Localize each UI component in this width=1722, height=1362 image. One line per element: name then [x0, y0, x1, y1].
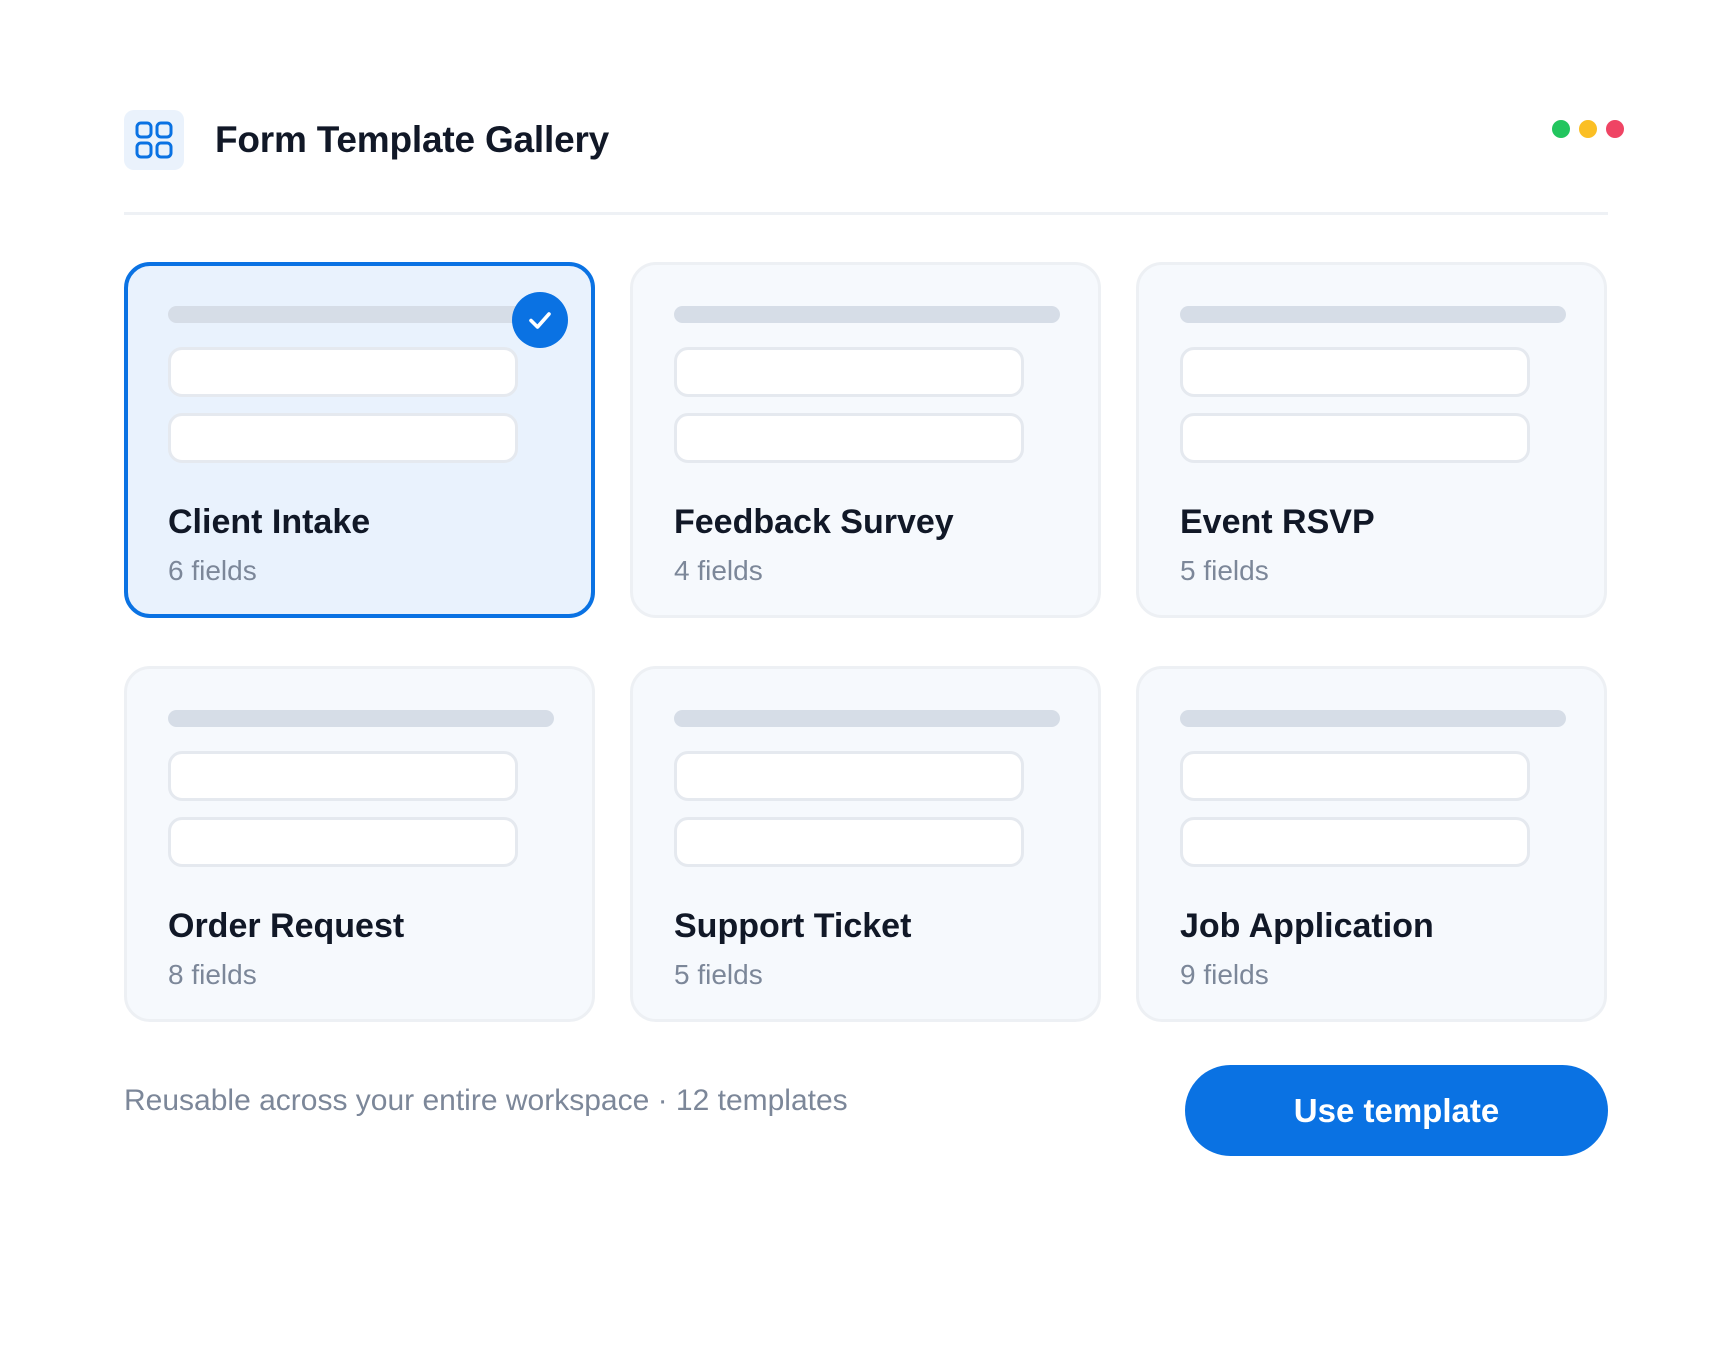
template-gallery-page: Form Template Gallery Client Intake 6 fi…: [0, 0, 1722, 1362]
page-title: Form Template Gallery: [215, 119, 610, 160]
preview-field: [168, 347, 518, 397]
preview-title-bar: [1180, 306, 1566, 323]
template-title: Feedback Survey: [674, 503, 954, 541]
template-grid: Client Intake 6 fields Feedback Survey 4…: [124, 262, 1608, 1022]
template-title: Client Intake: [168, 503, 371, 541]
preview-field: [1180, 347, 1530, 397]
template-card-feedback-survey[interactable]: Feedback Survey 4 fields: [630, 262, 1101, 618]
preview-title-bar: [168, 710, 554, 727]
footer-note: Reusable across your entire workspace · …: [124, 1084, 848, 1117]
template-title: Order Request: [168, 907, 405, 945]
preview-field: [1180, 751, 1530, 801]
preview-field: [168, 413, 518, 463]
template-field-count: 4 fields: [674, 555, 763, 586]
preview-field: [1180, 413, 1530, 463]
template-title: Event RSVP: [1180, 503, 1375, 541]
header-divider: [124, 212, 1608, 215]
window-dot-red[interactable]: [1606, 120, 1624, 138]
preview-title-bar: [674, 306, 1060, 323]
window-dot-green[interactable]: [1552, 120, 1570, 138]
grid-icon: [124, 110, 184, 170]
preview-field: [1180, 817, 1530, 867]
selected-check-icon: [512, 292, 568, 348]
preview-title-bar: [1180, 710, 1566, 727]
template-field-count: 9 fields: [1180, 959, 1269, 990]
use-template-button[interactable]: Use template: [1185, 1065, 1608, 1156]
header: Form Template Gallery: [124, 110, 609, 170]
template-card-event-rsvp[interactable]: Event RSVP 5 fields: [1136, 262, 1607, 618]
template-card-support-ticket[interactable]: Support Ticket 5 fields: [630, 666, 1101, 1022]
preview-field: [674, 413, 1024, 463]
template-title: Support Ticket: [674, 907, 912, 945]
template-card-job-application[interactable]: Job Application 9 fields: [1136, 666, 1607, 1022]
template-card-client-intake[interactable]: Client Intake 6 fields: [124, 262, 595, 618]
window-controls: [1552, 120, 1624, 138]
preview-title-bar: [674, 710, 1060, 727]
template-card-order-request[interactable]: Order Request 8 fields: [124, 666, 595, 1022]
preview-field: [674, 751, 1024, 801]
preview-field: [674, 817, 1024, 867]
template-field-count: 5 fields: [1180, 555, 1269, 586]
template-field-count: 8 fields: [168, 959, 257, 990]
preview-title-bar: [168, 306, 554, 323]
preview-field: [674, 347, 1024, 397]
template-field-count: 5 fields: [674, 959, 763, 990]
template-field-count: 6 fields: [168, 555, 257, 586]
template-title: Job Application: [1180, 907, 1434, 945]
preview-field: [168, 817, 518, 867]
preview-field: [168, 751, 518, 801]
window-dot-yellow[interactable]: [1579, 120, 1597, 138]
